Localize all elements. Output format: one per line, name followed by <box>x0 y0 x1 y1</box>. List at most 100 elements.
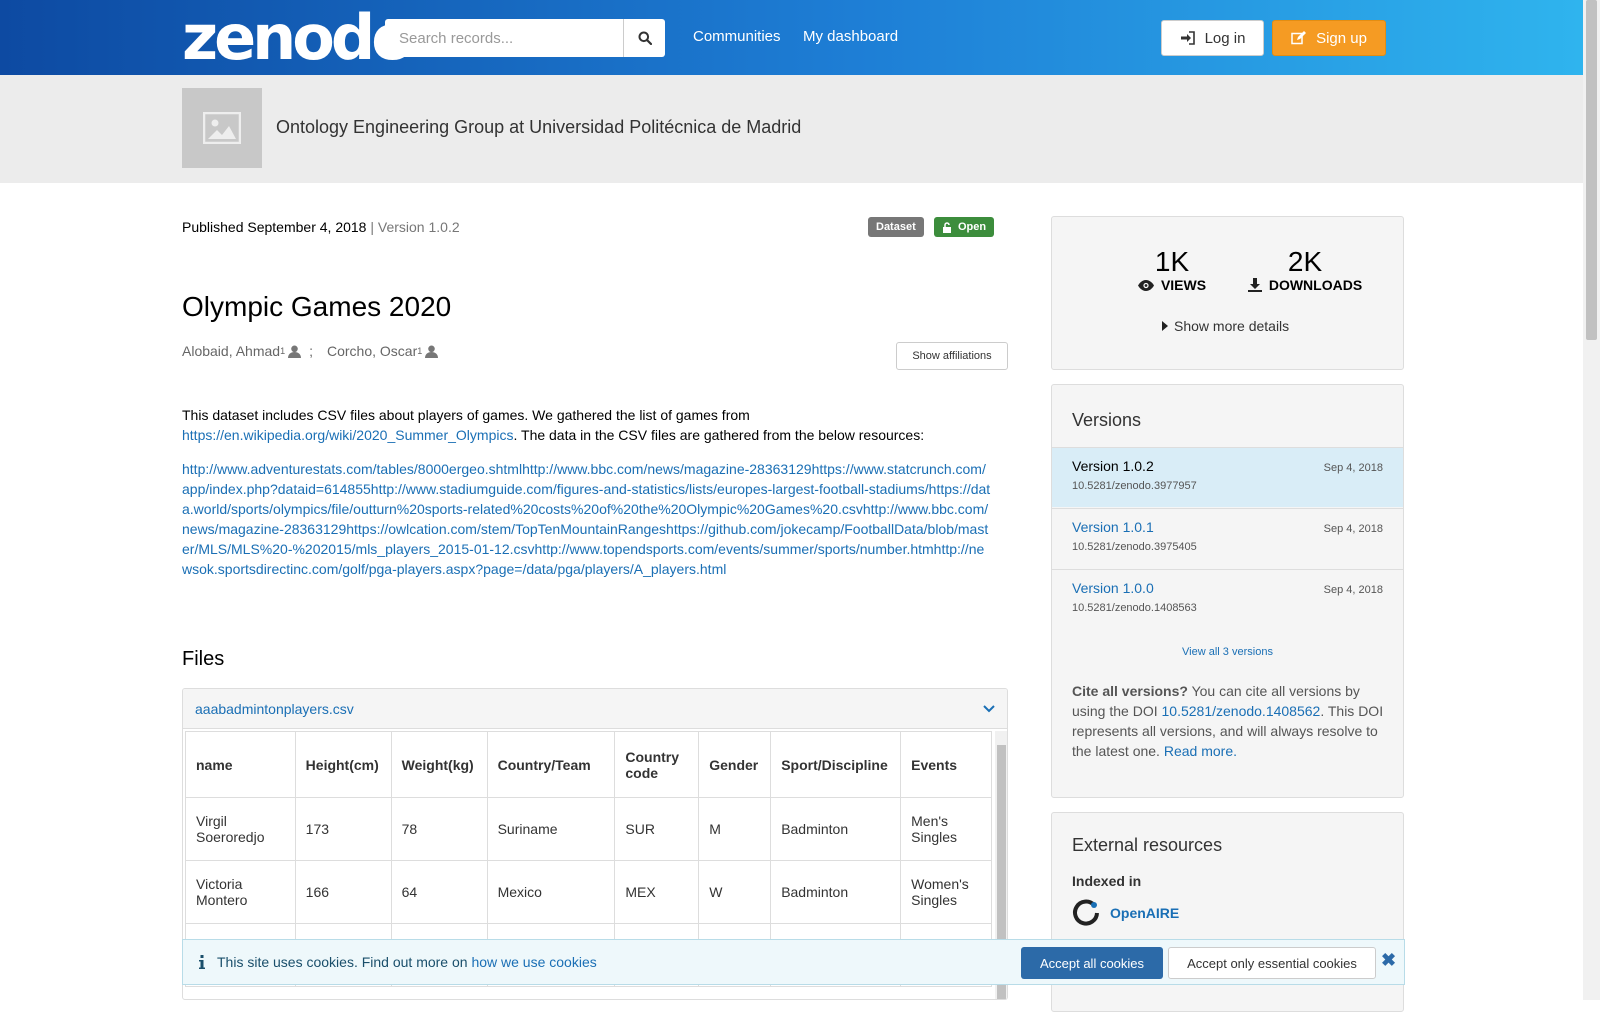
resource-link[interactable]: http://www.adventurestats.com/tables/800… <box>182 461 990 577</box>
description-text: This dataset includes CSV files about pl… <box>182 407 750 423</box>
page-scrollbar[interactable] <box>1583 0 1600 1000</box>
search-box <box>385 19 665 57</box>
table-cell: Victoria Montero <box>185 860 296 924</box>
file-header[interactable]: aaabadmintonplayers.csv <box>183 689 1007 729</box>
info-icon <box>199 955 205 969</box>
downloads-label: DOWNLOADS <box>1268 277 1363 293</box>
image-icon <box>203 112 241 144</box>
record-description: This dataset includes CSV files about pl… <box>182 405 992 445</box>
version-date: Sep 4, 2018 <box>1323 523 1383 535</box>
signup-button[interactable]: Sign up <box>1272 20 1386 56</box>
show-more-details-toggle[interactable]: Show more details <box>1162 318 1289 334</box>
chevron-down-icon[interactable] <box>983 704 995 713</box>
read-more-link[interactable]: Read more. <box>1164 743 1237 759</box>
version-date: Sep 4, 2018 <box>1323 462 1383 474</box>
sign-in-icon <box>1180 31 1195 45</box>
unlock-icon <box>943 221 951 233</box>
signup-label: Sign up <box>1316 29 1367 47</box>
accept-all-cookies-button[interactable]: Accept all cookies <box>1021 947 1163 979</box>
record-title: Olympic Games 2020 <box>182 291 452 322</box>
nav-communities[interactable]: Communities <box>693 28 781 45</box>
cookie-message: This site uses cookies. Find out more on… <box>199 954 597 970</box>
version-row[interactable]: Version 1.0.1 Sep 4, 2018 10.5281/zenodo… <box>1052 508 1403 568</box>
access-badge[interactable]: Open <box>934 217 995 237</box>
table-cell: SUR <box>614 797 700 861</box>
views-count: 1K <box>1154 246 1190 277</box>
openaire-label[interactable]: OpenAIRE <box>1110 905 1179 921</box>
login-button[interactable]: Log in <box>1161 20 1264 56</box>
concept-doi-link[interactable]: 10.5281/zenodo.1408562 <box>1162 703 1321 719</box>
table-row: Victoria Montero 166 64 Mexico MEX W Bad… <box>185 860 992 924</box>
badge-open-label: Open <box>958 221 987 233</box>
version-row-active[interactable]: Version 1.0.2 Sep 4, 2018 10.5281/zenodo… <box>1052 447 1403 507</box>
column-header: name <box>185 731 296 798</box>
indexed-in-label: Indexed in <box>1072 873 1142 889</box>
table-cell: Badminton <box>770 860 902 924</box>
table-cell: 78 <box>390 797 488 861</box>
column-header: Sport/Discipline <box>770 731 902 798</box>
stats-panel: 1K VIEWS 2K DOWNLOADS Show more details <box>1051 216 1404 370</box>
openaire-link[interactable]: OpenAIRE <box>1072 899 1179 927</box>
version-date: Sep 4, 2018 <box>1323 584 1383 596</box>
table-cell: W <box>698 860 772 924</box>
downloads-stat: 2K DOWNLOADS <box>1240 247 1370 293</box>
author-separator: ; <box>309 343 313 359</box>
nav-my-dashboard[interactable]: My dashboard <box>803 28 898 45</box>
version-doi: 10.5281/zenodo.3977957 <box>1072 480 1197 492</box>
cookie-banner: This site uses cookies. Find out more on… <box>182 939 1405 985</box>
affiliation-ref: 1 <box>280 346 286 356</box>
resource-links: http://www.adventurestats.com/tables/800… <box>182 459 992 579</box>
view-all-versions-link[interactable]: View all 3 versions <box>1052 646 1403 658</box>
table-cell: 166 <box>294 860 392 924</box>
badge-dataset-label: Dataset <box>876 221 916 233</box>
community-banner: Ontology Engineering Group at Universida… <box>0 75 1583 183</box>
cite-heading: Cite all versions? <box>1072 683 1188 699</box>
eye-icon <box>1137 279 1154 291</box>
column-header: Events <box>900 731 992 798</box>
version-doi: 10.5281/zenodo.3975405 <box>1072 541 1197 553</box>
community-title[interactable]: Ontology Engineering Group at Universida… <box>276 117 801 138</box>
author-name[interactable]: Corcho, Oscar <box>327 343 417 359</box>
cookie-policy-link[interactable]: how we use cookies <box>471 954 596 970</box>
downloads-count: 2K <box>1287 246 1323 277</box>
table-cell: Women's Singles <box>900 860 992 924</box>
published-date: Published September 4, 2018 <box>182 219 367 235</box>
search-icon <box>638 31 652 45</box>
table-cell: 64 <box>390 860 488 924</box>
downloads-label-row: DOWNLOADS <box>1240 277 1370 293</box>
file-name[interactable]: aaabadmintonplayers.csv <box>195 701 354 717</box>
resource-type-badge[interactable]: Dataset <box>868 217 924 237</box>
table-cell: M <box>698 797 772 861</box>
page-scroll-thumb[interactable] <box>1586 0 1597 340</box>
top-navbar: zenodo Communities My dashboard Log in S… <box>0 0 1583 75</box>
table-header-row: name Height(cm) Weight(kg) Country/Team … <box>185 731 992 798</box>
table-cell: 173 <box>294 797 392 861</box>
version-row[interactable]: Version 1.0.0 Sep 4, 2018 10.5281/zenodo… <box>1052 569 1403 629</box>
description-text: . The data in the CSV files are gathered… <box>513 427 925 443</box>
community-logo-placeholder[interactable] <box>182 88 262 168</box>
table-cell: Suriname <box>486 797 616 861</box>
user-icon[interactable] <box>425 345 439 358</box>
author-name[interactable]: Alobaid, Ahmad <box>182 343 280 359</box>
table-cell: Men's Singles <box>900 797 992 861</box>
publication-info: Published September 4, 2018 | Version 1.… <box>182 219 460 235</box>
zenodo-logo[interactable]: zenodo <box>182 6 414 70</box>
cookie-text: This site uses cookies. Find out more on <box>217 954 472 970</box>
search-input[interactable] <box>385 19 623 57</box>
show-affiliations-button[interactable]: Show affiliations <box>896 342 1008 370</box>
table-cell: Mexico <box>486 860 616 924</box>
wikipedia-link[interactable]: https://en.wikipedia.org/wiki/2020_Summe… <box>182 427 513 443</box>
accept-essential-cookies-button[interactable]: Accept only essential cookies <box>1168 947 1376 979</box>
search-button[interactable] <box>623 19 665 57</box>
user-icon[interactable] <box>288 345 302 358</box>
column-header: Weight(kg) <box>390 731 488 798</box>
table-cell: Badminton <box>770 797 902 861</box>
views-label: VIEWS <box>1160 277 1207 293</box>
close-icon[interactable]: ✖ <box>1381 950 1396 971</box>
versions-heading: Versions <box>1072 410 1142 430</box>
login-label: Log in <box>1204 29 1246 47</box>
versions-panel: Versions Version 1.0.2 Sep 4, 2018 10.52… <box>1051 384 1404 798</box>
table-cell: Virgil Soeroredjo <box>185 797 296 861</box>
version-link[interactable]: Version 1.0.0 <box>1072 580 1154 596</box>
version-link[interactable]: Version 1.0.1 <box>1072 519 1154 535</box>
